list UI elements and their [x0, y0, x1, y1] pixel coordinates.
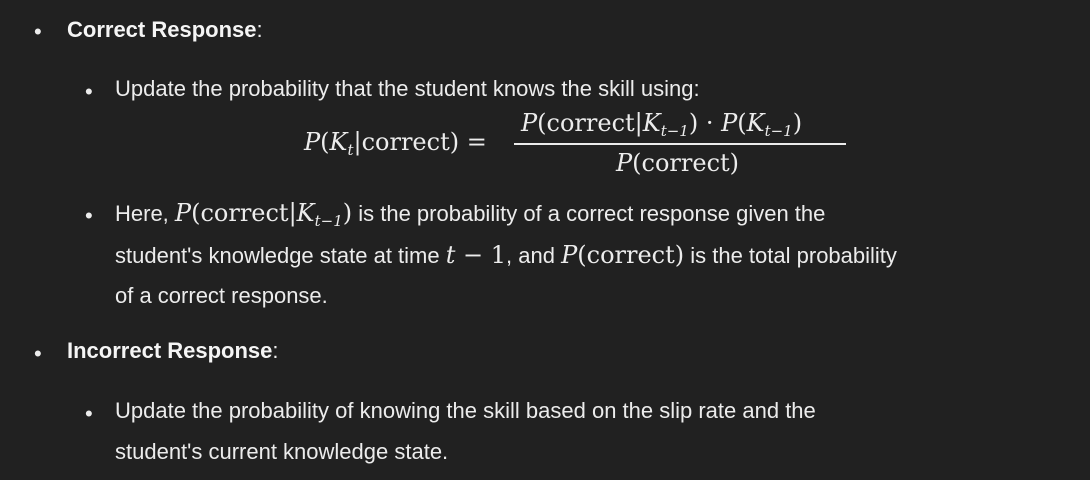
list-item: Update the probability that the student …	[115, 76, 700, 101]
equation-lhs: P(Kt|correct) =	[304, 128, 487, 159]
list-item-continuation: student's knowledge state at time t − 1,…	[115, 241, 897, 269]
bullet-marker: •	[85, 79, 93, 104]
list-item-continuation: student's current knowledge state.	[115, 439, 449, 464]
list-item: Here, P(correct|Kt−1) is the probability…	[115, 199, 826, 230]
bullet-marker: •	[85, 401, 93, 426]
bullet-marker: •	[34, 341, 42, 366]
bullet-marker: •	[34, 19, 42, 44]
heading-colon: :	[256, 17, 263, 42]
fraction-bar	[514, 143, 846, 145]
list-item-continuation: of a correct response.	[115, 283, 328, 308]
heading-text: Correct Response	[67, 17, 257, 42]
heading-correct-response: Correct Response:	[67, 19, 263, 41]
heading-text: Incorrect Response	[67, 338, 273, 363]
bullet-marker: •	[85, 203, 93, 228]
list-item: Update the probability of knowing the sk…	[115, 398, 816, 423]
heading-incorrect-response: Incorrect Response:	[67, 340, 279, 362]
equation-numerator: P(correct|Kt−1) · P(Kt−1)	[521, 109, 803, 140]
heading-colon: :	[272, 338, 279, 363]
equation-denominator: P(correct)	[616, 149, 740, 177]
